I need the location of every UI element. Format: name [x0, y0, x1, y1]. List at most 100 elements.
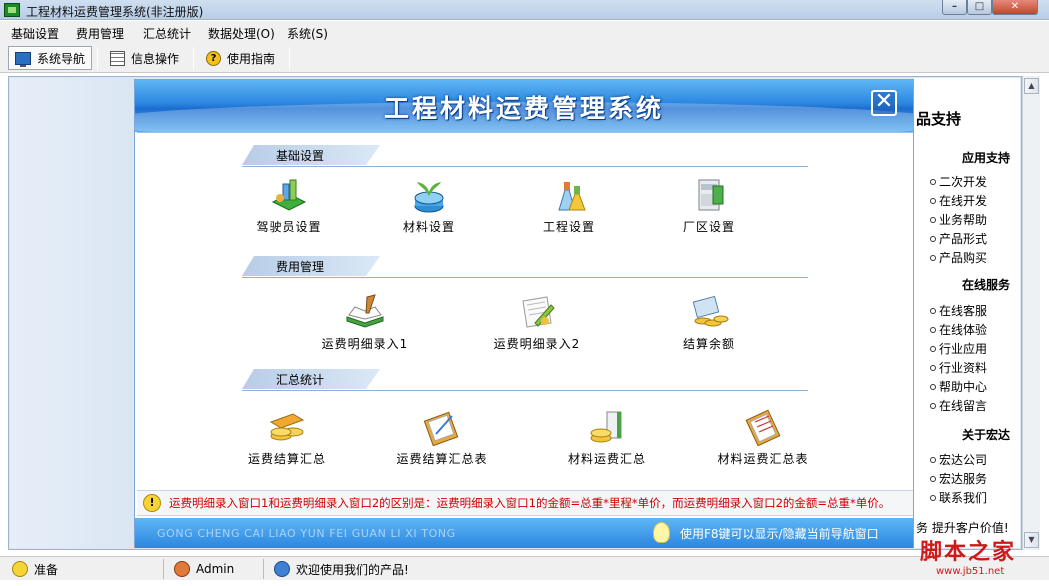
freight-entry-1-label: 运费明细录入1: [321, 337, 409, 351]
tab-system-navigation-label: 系统导航: [37, 51, 86, 66]
freight-settlement-summary-table-button[interactable]: 运费结算汇总表: [382, 408, 502, 467]
link-industry-data[interactable]: 行业资料: [930, 359, 987, 376]
link-product-form[interactable]: 产品形式: [930, 230, 987, 247]
status-bar: 准备 Admin 欢迎使用我们的产品!: [0, 556, 1049, 580]
toolbar-separator: [193, 47, 194, 69]
link-online-message[interactable]: 在线留言: [930, 397, 987, 414]
freight-entry-2-icon: [517, 293, 557, 331]
link-contact-us[interactable]: 联系我们: [930, 489, 987, 506]
tab-info-operations-label: 信息操作: [131, 51, 180, 66]
toolbar-separator: [97, 47, 98, 69]
material-settings-label: 材料设置: [402, 220, 455, 234]
section-divider: [242, 277, 808, 278]
product-icon: [274, 561, 290, 577]
scroll-up-arrow-icon[interactable]: ▲: [1024, 78, 1039, 94]
freight-entry-2-label: 运费明细录入2: [493, 337, 581, 351]
section-about: 关于宏达: [962, 428, 1011, 442]
watermark-logo: 脚本之家: [920, 540, 1017, 565]
link-online-development[interactable]: 在线开发: [930, 192, 987, 209]
settlement-balance-button[interactable]: 结算余额: [649, 293, 769, 352]
product-support-panel: 品支持 应用支持 二次开发 在线开发 业务帮助 产品形式 产品购买 在线服务 在…: [914, 78, 1020, 548]
status-ready-text: 准备: [34, 562, 59, 577]
link-company[interactable]: 宏达公司: [930, 451, 987, 468]
link-help-center[interactable]: 帮助中心: [930, 378, 987, 395]
material-freight-summary-table-button[interactable]: 材料运费汇总表: [703, 408, 823, 467]
bullet-icon: [930, 254, 936, 261]
status-user-text: Admin: [196, 562, 235, 576]
freight-entry-2-button[interactable]: 运费明细录入2: [477, 293, 597, 352]
freight-settlement-summary-table-label: 运费结算汇总表: [396, 452, 488, 466]
material-settings-button[interactable]: 材料设置: [369, 176, 489, 235]
scroll-down-arrow-icon[interactable]: ▼: [1024, 532, 1039, 548]
navigation-footer: GONG CHENG CAI LIAO YUN FEI GUAN LI XI T…: [135, 518, 913, 548]
close-button[interactable]: ✕: [992, 0, 1038, 15]
lightbulb-icon: [653, 522, 670, 543]
material-freight-summary-button[interactable]: 材料运费汇总: [547, 408, 667, 467]
notepad-icon: [422, 408, 462, 447]
bullet-icon: [930, 197, 936, 204]
tip-bar: ! 运费明细录入窗口1和运费明细录入窗口2的区别是：运费明细录入窗口1的金额=总…: [137, 490, 913, 516]
bullet-icon: [930, 402, 936, 409]
link-online-trial[interactable]: 在线体验: [930, 321, 987, 338]
bullet-icon: [930, 235, 936, 242]
window-title: 工程材料运费管理系统(非注册版): [26, 5, 204, 19]
tab-user-guide[interactable]: ? 使用指南: [200, 46, 281, 70]
menu-fee-management[interactable]: 费用管理: [76, 25, 124, 42]
maximize-button[interactable]: □: [967, 0, 992, 15]
link-industry-application[interactable]: 行业应用: [930, 340, 987, 357]
menu-system[interactable]: 系统(S): [287, 25, 328, 42]
freight-settlement-summary-button[interactable]: 运费结算汇总: [227, 408, 347, 467]
material-settings-icon: [409, 176, 449, 214]
coins-book-icon: [587, 408, 627, 446]
tab-info-operations[interactable]: 信息操作: [104, 46, 185, 70]
link-product-purchase[interactable]: 产品购买: [930, 249, 987, 266]
plant-settings-label: 厂区设置: [682, 220, 735, 234]
project-settings-button[interactable]: 工程设置: [509, 176, 629, 235]
help-icon: ?: [206, 50, 221, 66]
watermark-url: www.jb51.net: [936, 566, 1005, 577]
section-label: 费用管理: [276, 260, 325, 274]
navigation-header: 工程材料运费管理系统 ✕: [135, 80, 913, 132]
tip-text: 运费明细录入窗口1和运费明细录入窗口2的区别是：运费明细录入窗口1的金额=总重*…: [169, 496, 891, 510]
link-services[interactable]: 宏达服务: [930, 470, 987, 487]
tab-system-navigation[interactable]: 系统导航: [8, 46, 93, 70]
material-freight-summary-table-label: 材料运费汇总表: [717, 452, 809, 466]
link-business-help[interactable]: 业务帮助: [930, 211, 987, 228]
project-settings-label: 工程设置: [542, 220, 595, 234]
app-icon: [4, 3, 20, 17]
link-secondary-development[interactable]: 二次开发: [930, 173, 987, 190]
lightbulb-icon: [12, 561, 28, 577]
clipboard-icon: [743, 408, 783, 447]
bullet-icon: [930, 307, 936, 314]
bullet-icon: [930, 475, 936, 482]
section-divider: [242, 390, 808, 391]
menu-data-processing[interactable]: 数据处理(O): [208, 25, 275, 42]
freight-entry-1-button[interactable]: 运费明细录入1: [305, 293, 425, 352]
section-online-service: 在线服务: [962, 278, 1011, 292]
bullet-icon: [930, 326, 936, 333]
coins-icon: [267, 408, 307, 446]
support-panel-title: 品支持: [916, 110, 962, 128]
lightbulb-icon: !: [143, 494, 161, 512]
driver-settings-label: 驾驶员设置: [256, 220, 322, 234]
menu-basic-settings[interactable]: 基础设置: [11, 25, 59, 42]
settlement-balance-icon: [689, 293, 729, 331]
navigation-close-button[interactable]: ✕: [871, 90, 897, 116]
bullet-icon: [930, 364, 936, 371]
project-settings-icon: [549, 176, 589, 214]
link-online-support[interactable]: 在线客服: [930, 302, 987, 319]
bullet-icon: [930, 456, 936, 463]
plant-settings-button[interactable]: 厂区设置: [649, 176, 769, 235]
status-user: Admin: [166, 559, 264, 579]
navigation-title: 工程材料运费管理系统: [383, 94, 664, 123]
freight-entry-1-icon: [345, 293, 385, 331]
minimize-button[interactable]: –: [942, 0, 967, 15]
vertical-scrollbar[interactable]: ▲ ▼: [1022, 76, 1040, 550]
driver-settings-button[interactable]: 驾驶员设置: [229, 176, 349, 235]
driver-settings-icon: [269, 176, 309, 214]
menu-summary[interactable]: 汇总统计: [143, 25, 191, 42]
grid-icon: [110, 50, 125, 66]
section-label: 基础设置: [276, 149, 325, 163]
bullet-icon: [930, 345, 936, 352]
monitor-icon: [15, 51, 31, 67]
